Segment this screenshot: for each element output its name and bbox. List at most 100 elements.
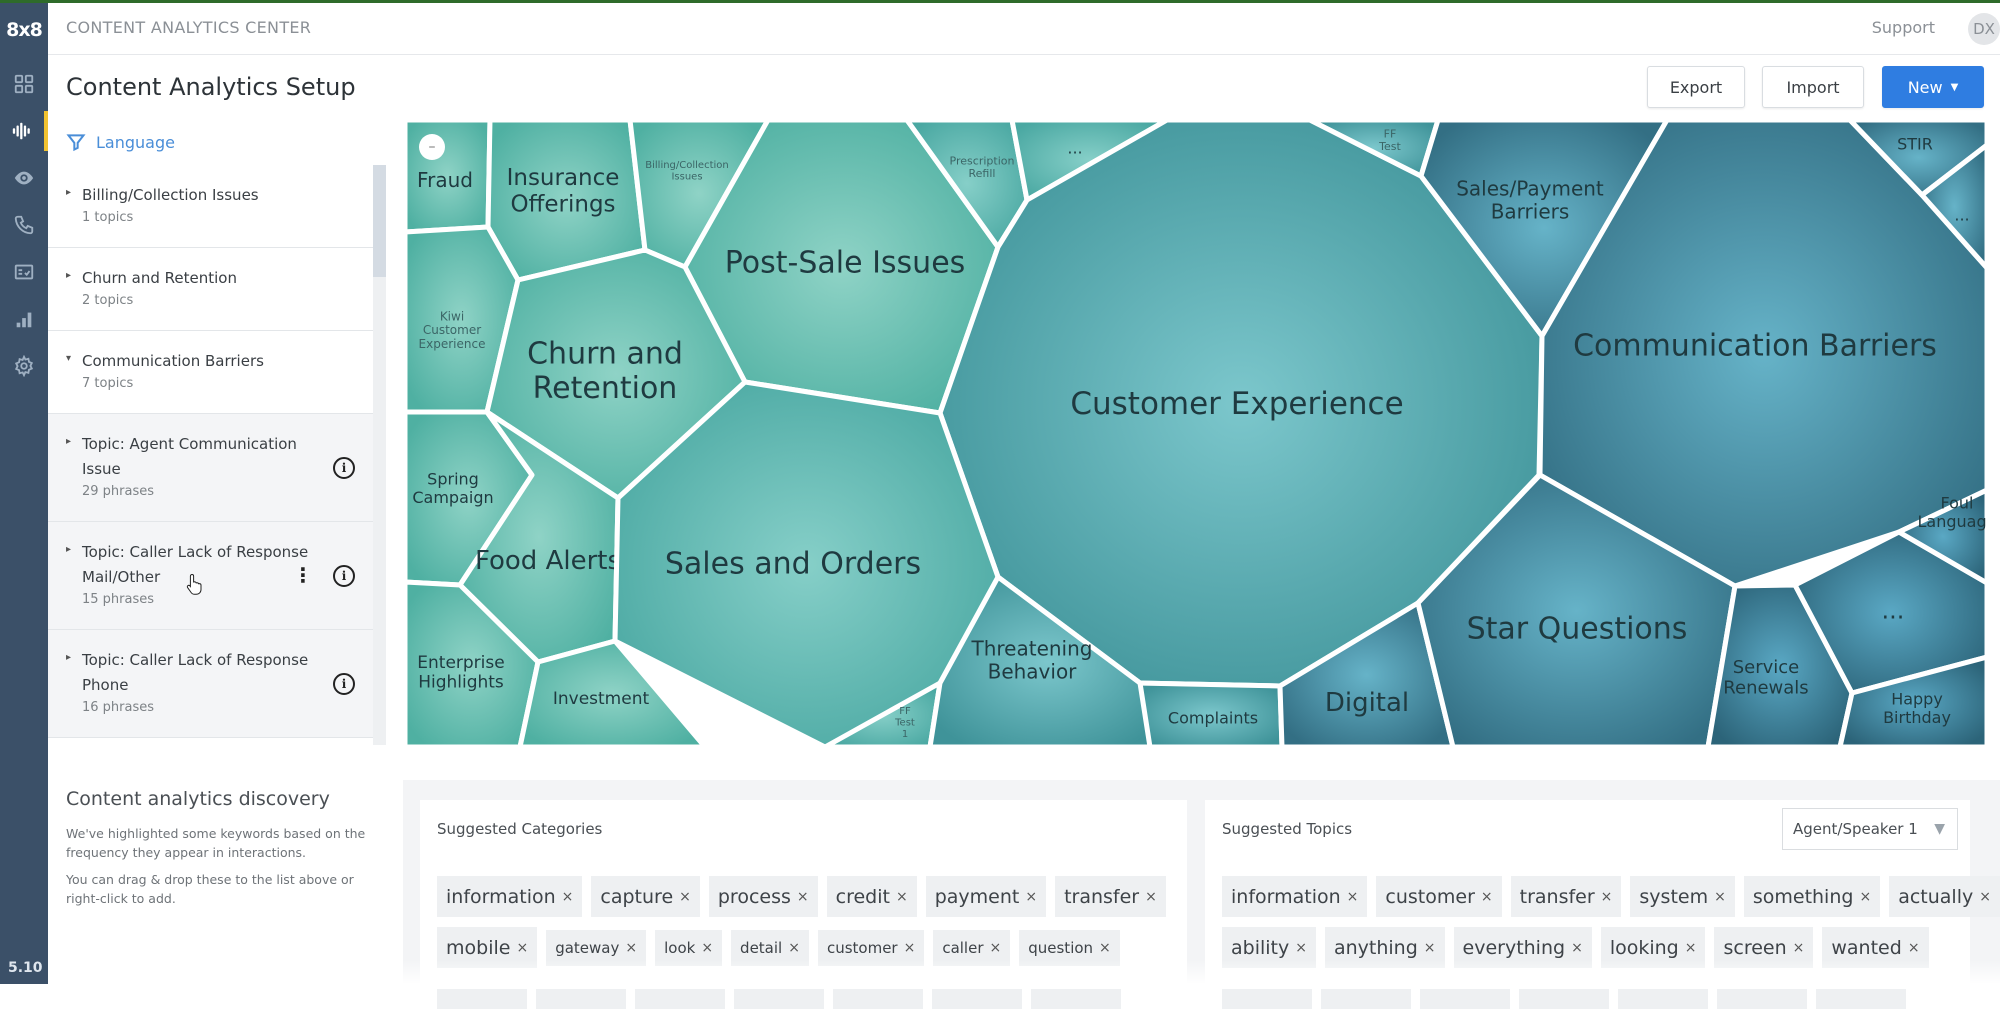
support-link[interactable]: Support xyxy=(1872,18,1935,37)
keyword-tag[interactable]: transfer × xyxy=(1055,876,1166,917)
remove-tag-icon[interactable]: × xyxy=(679,889,691,905)
phone-icon xyxy=(14,215,34,235)
keyword-tag-partial[interactable] xyxy=(1717,988,1807,1009)
keyword-tag-partial[interactable] xyxy=(536,988,626,1009)
remove-tag-icon[interactable]: × xyxy=(516,940,528,956)
app-logo[interactable]: 8x8 xyxy=(0,19,48,41)
keyword-label: ability xyxy=(1231,936,1290,959)
keyword-label: information xyxy=(1231,885,1341,908)
keyword-tag-partial[interactable] xyxy=(932,988,1022,1009)
category-list-item[interactable]: ▸ Churn and Retention 2 topics xyxy=(48,248,373,331)
remove-tag-icon[interactable]: × xyxy=(1099,940,1111,956)
remove-tag-icon[interactable]: × xyxy=(1025,889,1037,905)
keyword-tag-partial[interactable] xyxy=(833,988,923,1009)
nav-dashboard[interactable] xyxy=(0,64,48,104)
expand-caret-icon[interactable]: ▸ xyxy=(66,652,71,663)
keyword-tag-partial[interactable] xyxy=(1618,988,1708,1009)
remove-tag-icon[interactable]: × xyxy=(1685,940,1697,956)
remove-tag-icon[interactable]: × xyxy=(1295,940,1307,956)
keyword-tag[interactable]: actually × xyxy=(1889,876,2000,917)
keyword-tag[interactable]: something × xyxy=(1743,876,1881,917)
category-list: ▸ Billing/Collection Issues 1 topics ▸ Churn… xyxy=(48,165,373,745)
speaker-select[interactable]: Agent/Speaker 1 ▼ xyxy=(1782,808,1958,850)
remove-tag-icon[interactable]: × xyxy=(701,940,713,956)
nav-calls[interactable] xyxy=(0,205,48,245)
keyword-tag[interactable]: system × xyxy=(1630,876,1735,917)
remove-tag-icon[interactable]: × xyxy=(990,940,1002,956)
treemap-cell[interactable]: Fraud xyxy=(405,120,493,235)
keyword-tag-partial[interactable] xyxy=(734,988,824,1009)
keyword-tag-partial[interactable] xyxy=(437,988,527,1009)
treemap-cell-label: ... xyxy=(1882,596,1905,624)
expand-caret-icon[interactable]: ▸ xyxy=(66,544,71,555)
expanded-caret-icon[interactable]: ▾ xyxy=(66,353,71,364)
remove-tag-icon[interactable]: × xyxy=(1793,940,1805,956)
keyword-label: screen xyxy=(1723,936,1787,959)
treemap-cell-label: Sales and Orders xyxy=(665,547,921,582)
page-title: Content Analytics Setup xyxy=(66,73,356,101)
more-options-icon[interactable]: ⋮ xyxy=(293,565,313,585)
remove-tag-icon[interactable]: × xyxy=(1859,889,1871,905)
remove-tag-icon[interactable]: × xyxy=(1714,889,1726,905)
keyword-tag-partial[interactable] xyxy=(1321,988,1411,1009)
list-scrollbar-thumb[interactable] xyxy=(373,165,386,277)
keyword-tag-partial[interactable] xyxy=(1222,988,1312,1009)
import-button[interactable]: Import xyxy=(1762,66,1864,108)
nav-settings[interactable] xyxy=(0,346,48,386)
collapse-button[interactable]: – xyxy=(419,134,445,160)
remove-tag-icon[interactable]: × xyxy=(1424,940,1436,956)
remove-tag-icon[interactable]: × xyxy=(896,889,908,905)
keyword-tag-partial[interactable] xyxy=(1031,988,1121,1009)
topic-list-item[interactable]: ▸ Topic: Caller Lack of Response Phone 16 … xyxy=(48,630,373,738)
remove-tag-icon[interactable]: × xyxy=(797,889,809,905)
left-nav: 8x8 5.10 xyxy=(0,3,48,984)
remove-tag-icon[interactable]: × xyxy=(1347,889,1359,905)
remove-tag-icon[interactable]: × xyxy=(904,940,916,956)
remove-tag-icon[interactable]: × xyxy=(625,940,637,956)
remove-tag-icon[interactable]: × xyxy=(1481,889,1493,905)
topic-list-item[interactable]: ▸ Topic: Agent Communication Issue 29 phra… xyxy=(48,414,373,522)
nav-speech-analytics[interactable] xyxy=(0,111,48,151)
treemap-cell[interactable]: Complaints xyxy=(1137,680,1285,748)
keyword-tag[interactable]: payment × xyxy=(925,876,1047,917)
topic-list-item[interactable]: ▸ Topic: Caller Lack of Response Mail/Oth… xyxy=(48,522,373,630)
remove-tag-icon[interactable]: × xyxy=(562,889,574,905)
user-avatar[interactable]: DX xyxy=(1968,13,2000,45)
remove-tag-icon[interactable]: × xyxy=(1601,889,1613,905)
export-button[interactable]: Export xyxy=(1647,66,1745,108)
nav-scorecards[interactable] xyxy=(0,252,48,292)
category-list-item[interactable]: ▾ Communication Barriers 7 topics xyxy=(48,331,373,414)
treemap-cell-label: Customer Experience xyxy=(1070,386,1403,422)
remove-tag-icon[interactable]: × xyxy=(1979,889,1991,905)
keyword-tag[interactable]: information × xyxy=(1222,876,1368,917)
keyword-tag[interactable]: credit × xyxy=(826,876,917,917)
keyword-label: everything xyxy=(1462,936,1566,959)
expand-caret-icon[interactable]: ▸ xyxy=(66,436,71,447)
keyword-tag-partial[interactable] xyxy=(635,988,725,1009)
keyword-tag[interactable]: transfer × xyxy=(1510,876,1622,917)
category-list-item[interactable]: ▸ Billing/Collection Issues 1 topics xyxy=(48,165,373,248)
list-item-title: Communication Barriers xyxy=(82,352,264,370)
new-button[interactable]: New ▼ xyxy=(1882,66,1984,108)
keyword-tag-partial[interactable] xyxy=(1519,988,1609,1009)
info-icon[interactable]: i xyxy=(333,565,355,587)
keyword-tag-partial[interactable] xyxy=(1420,988,1510,1009)
remove-tag-icon[interactable]: × xyxy=(788,940,800,956)
keyword-tag[interactable]: process × xyxy=(708,876,818,917)
keyword-tag[interactable]: customer × xyxy=(1376,876,1502,917)
remove-tag-icon[interactable]: × xyxy=(1571,940,1583,956)
keyword-tag[interactable]: capture × xyxy=(591,876,700,917)
remove-tag-icon[interactable]: × xyxy=(1908,940,1920,956)
nav-reports[interactable] xyxy=(0,299,48,339)
keyword-label: actually xyxy=(1898,885,1974,908)
keyword-tag-partial[interactable] xyxy=(1816,988,1906,1009)
info-icon[interactable]: i xyxy=(333,673,355,695)
keyword-tag[interactable]: information × xyxy=(437,876,583,917)
nav-monitor[interactable] xyxy=(0,158,48,198)
expand-caret-icon[interactable]: ▸ xyxy=(66,270,71,281)
list-scrollbar[interactable] xyxy=(373,165,386,745)
info-icon[interactable]: i xyxy=(333,457,355,479)
language-filter[interactable]: Language xyxy=(66,132,175,152)
remove-tag-icon[interactable]: × xyxy=(1145,889,1157,905)
expand-caret-icon[interactable]: ▸ xyxy=(66,187,71,198)
